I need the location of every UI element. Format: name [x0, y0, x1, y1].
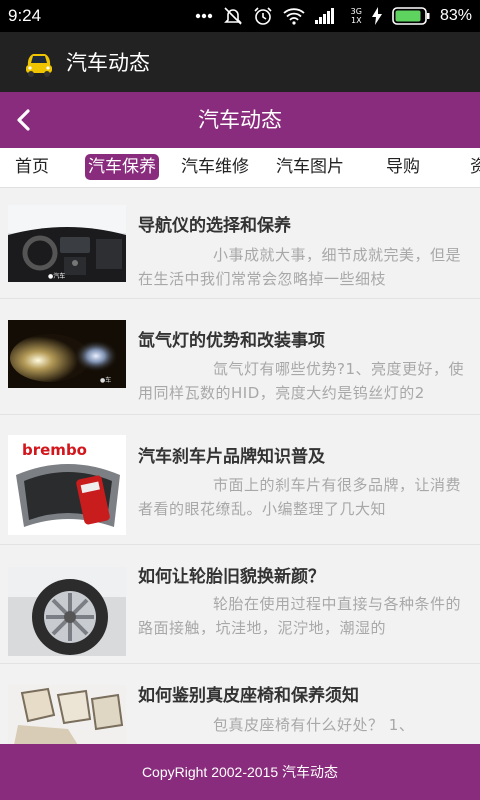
list-item[interactable]: ●汽车 导航仪的选择和保养 小事成就大事，细节成就完美，但是在生活中我们常常会忽…: [0, 189, 480, 299]
page-title: 汽车动态: [198, 108, 282, 132]
article-title: 如何让轮胎旧貌换新颜？: [138, 567, 325, 587]
charging-icon: [371, 7, 382, 25]
battery-percent: 83%: [439, 7, 472, 24]
network-type-bottom: 1X: [351, 16, 362, 25]
tab-home[interactable]: 首页: [15, 154, 49, 180]
article-title: 氙气灯的优势和改装事项: [138, 331, 325, 351]
network-type-top: 3G: [350, 7, 362, 16]
brembo-logo-text: brembo: [22, 441, 87, 459]
svg-text:●车: ●车: [100, 376, 111, 384]
status-bar: 9:24 3G 1X 83%: [0, 0, 480, 32]
status-time: 9:24: [8, 6, 42, 25]
signal-icon: [314, 8, 341, 24]
mute-icon: [223, 6, 243, 26]
app-title: 汽车动态: [66, 51, 150, 75]
tab-more[interactable]: 资: [470, 154, 480, 180]
car-dashboard-image: ●汽车: [8, 205, 126, 282]
article-summary: 包真皮座椅有什么好处？ 1、: [213, 716, 415, 734]
list-item[interactable]: 如何鉴别真皮座椅和保养须知 包真皮座椅有什么好处？ 1、: [0, 665, 480, 744]
headlight-image: ●车: [8, 320, 126, 388]
status-icons: 3G 1X 83%: [195, 0, 472, 32]
network-type: 3G 1X: [351, 7, 362, 25]
article-title: 汽车刹车片品牌知识普及: [138, 447, 325, 467]
brembo-brake-pad-image: brembo: [8, 435, 126, 535]
tab-car-maintenance[interactable]: 汽车保养: [85, 154, 159, 180]
article-summary: 市面上的刹车片有很多品牌，让消费者看的眼花缭乱。小编整理了几大知: [138, 476, 462, 518]
article-list: ●汽车 导航仪的选择和保养 小事成就大事，细节成就完美，但是在生活中我们常常会忽…: [0, 189, 480, 744]
app-logo-icon: [22, 45, 56, 79]
article-title: 导航仪的选择和保养: [138, 216, 291, 236]
app-title-bar: 汽车动态: [0, 32, 480, 92]
category-tabs: 首页 汽车保养 汽车维修 汽车图片 导购 资: [0, 148, 480, 188]
svg-text:●汽车: ●汽车: [48, 272, 65, 280]
tab-car-repair[interactable]: 汽车维修: [181, 154, 249, 180]
article-summary: 轮胎在使用过程中直接与各种条件的路面接触，坑洼地，泥泞地，潮湿的: [138, 595, 462, 637]
list-item[interactable]: ●车 氙气灯的优势和改装事项 氙气灯有哪些优势?1、亮度更好，使用同样瓦数的HI…: [0, 300, 480, 415]
wifi-icon: [283, 7, 305, 25]
article-title: 如何鉴别真皮座椅和保养须知: [138, 686, 359, 706]
alarm-icon: [253, 6, 273, 26]
tire-image: [8, 567, 126, 656]
nav-bar: 汽车动态: [0, 92, 480, 148]
list-item[interactable]: 如何让轮胎旧貌换新颜？ 轮胎在使用过程中直接与各种条件的路面接触，坑洼地，泥泞地…: [0, 546, 480, 664]
leather-seat-image: [8, 685, 126, 744]
article-summary: 氙气灯有哪些优势?1、亮度更好，使用同样瓦数的HID，亮度大约是钨丝灯的2: [138, 360, 465, 402]
more-notifications-icon: [195, 13, 213, 19]
tab-buying-guide[interactable]: 导购: [386, 154, 420, 180]
list-item[interactable]: brembo 汽车刹车片品牌知识普及 市面上的刹车片有很多品牌，让消费者看的眼花…: [0, 416, 480, 545]
footer: CopyRight 2002-2015 汽车动态: [0, 744, 480, 800]
article-summary: 小事成就大事，细节成就完美，但是在生活中我们常常会忽略掉一些细枝: [138, 246, 462, 288]
battery-icon: [392, 7, 430, 25]
tab-car-photos[interactable]: 汽车图片: [276, 154, 344, 180]
copyright-text: CopyRight 2002-2015 汽车动态: [141, 764, 339, 780]
